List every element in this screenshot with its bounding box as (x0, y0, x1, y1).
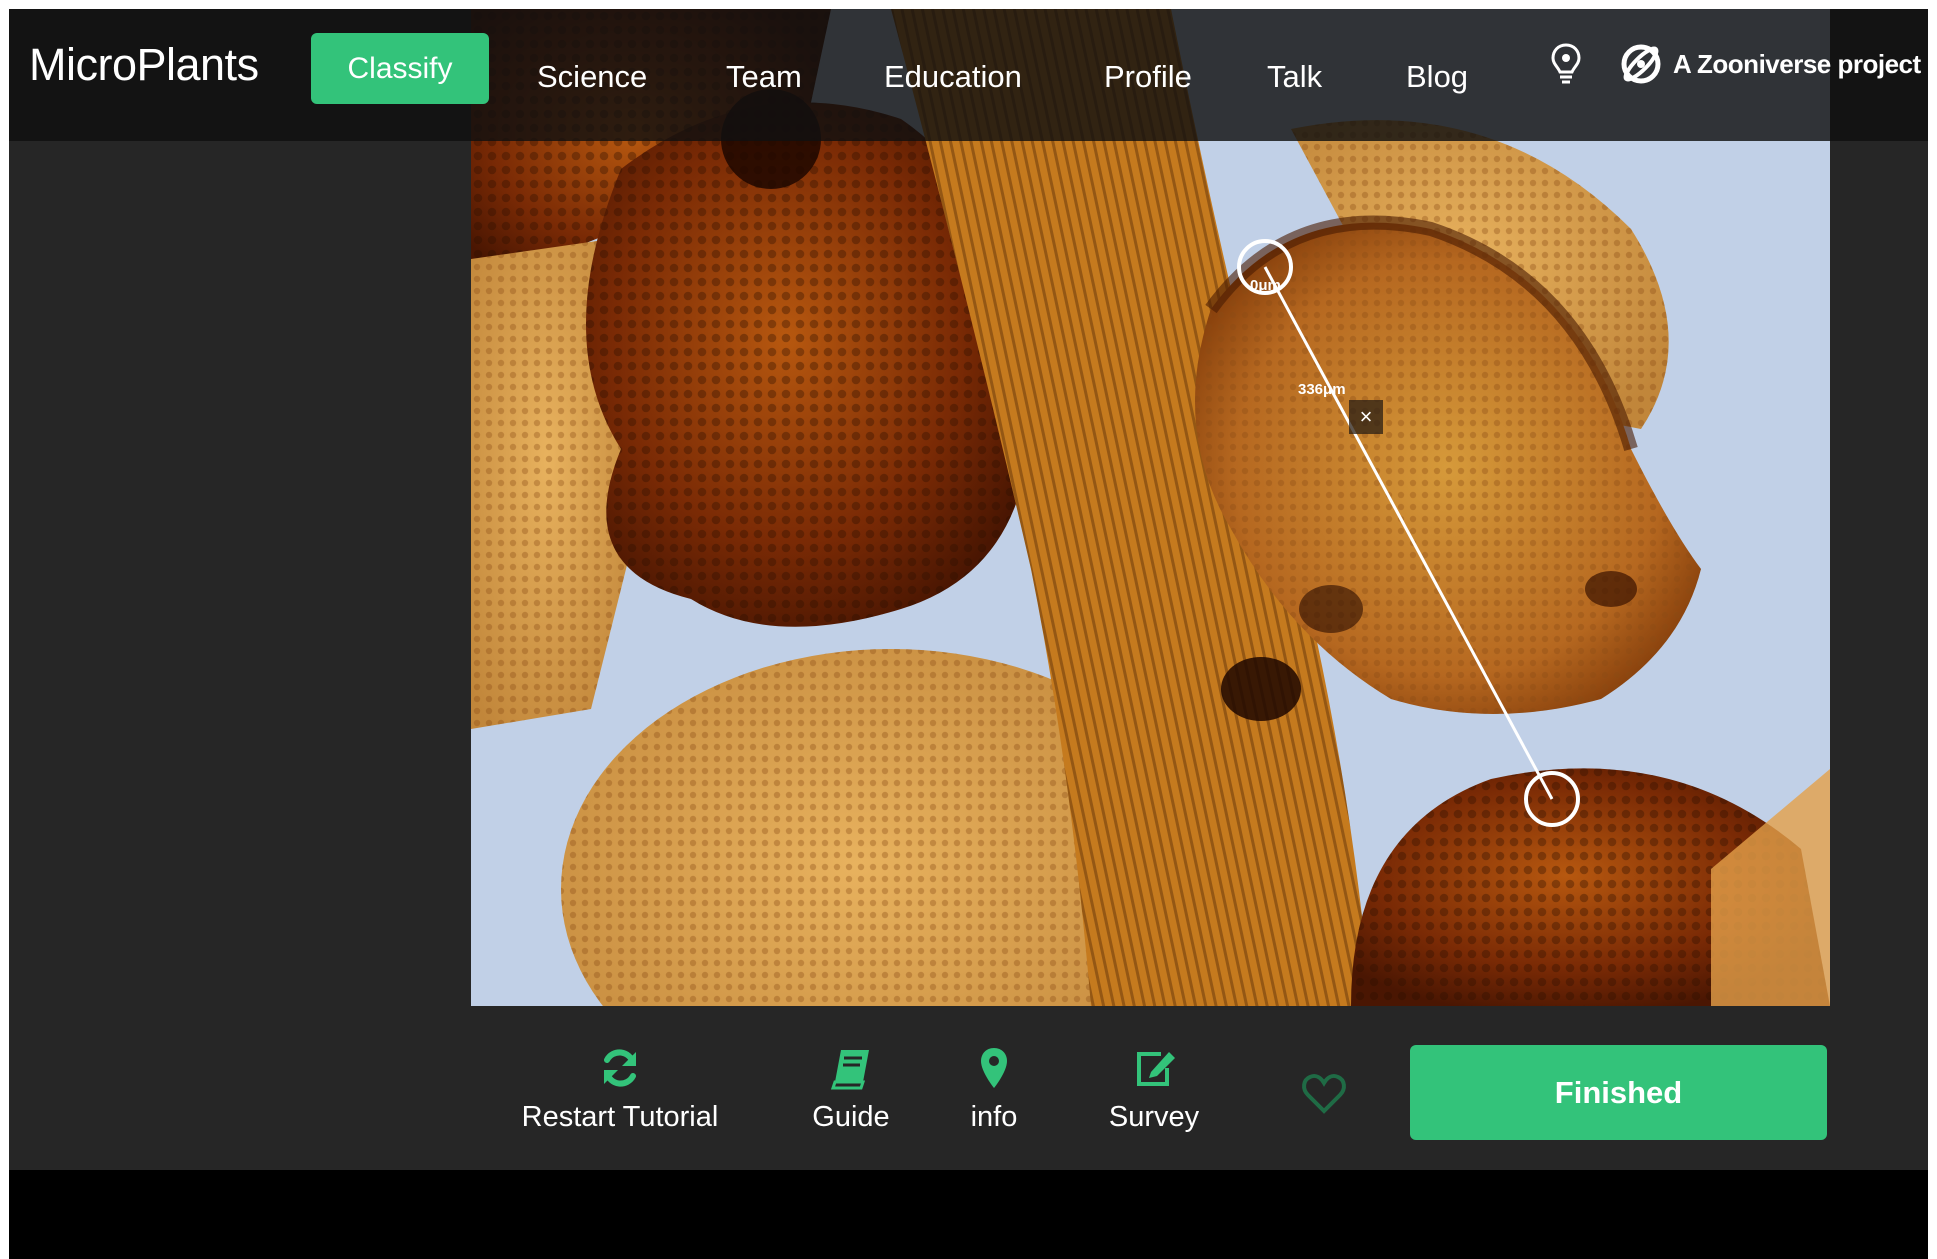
measurement-length-label: 336μm (1298, 381, 1346, 398)
zooniverse-logo-icon[interactable] (1619, 42, 1663, 91)
survey-label: Survey (1108, 1101, 1200, 1133)
nav-profile[interactable]: Profile (1104, 59, 1192, 95)
app-frame: 0μm 336μm × MicroPlants Classify Science… (9, 9, 1928, 1170)
nav-blog[interactable]: Blog (1406, 59, 1468, 95)
info-button[interactable]: info (959, 1046, 1029, 1134)
nav-talk[interactable]: Talk (1267, 59, 1322, 95)
specimen-image[interactable] (471, 9, 1830, 1006)
nav-education[interactable]: Education (884, 59, 1022, 95)
nav-team[interactable]: Team (726, 59, 802, 95)
lightbulb-icon[interactable] (1550, 42, 1582, 91)
finished-button[interactable]: Finished (1410, 1045, 1827, 1140)
restart-tutorial-button[interactable]: Restart Tutorial (513, 1046, 727, 1134)
refresh-icon (513, 1046, 727, 1095)
guide-label: Guide (812, 1101, 890, 1133)
heart-icon[interactable] (1300, 1071, 1348, 1120)
zooniverse-project-label[interactable]: A Zooniverse project (1673, 49, 1921, 80)
measurement-start-label: 0μm (1250, 277, 1281, 294)
brand-logo[interactable]: MicroPlants (29, 39, 259, 91)
restart-tutorial-label: Restart Tutorial (521, 1101, 719, 1133)
remove-measurement-button[interactable]: × (1349, 400, 1383, 434)
guide-button[interactable]: Guide (801, 1046, 901, 1134)
bottom-letterbox (9, 1170, 1928, 1259)
nav-classify[interactable]: Classify (311, 33, 489, 104)
survey-button[interactable]: Survey (1099, 1046, 1209, 1134)
map-pin-icon (959, 1046, 1029, 1095)
edit-icon (1099, 1046, 1209, 1095)
top-navigation: MicroPlants Classify Science Team Educat… (9, 9, 1928, 141)
info-label: info (970, 1101, 1018, 1133)
specimen-micrograph (471, 9, 1830, 1006)
nav-science[interactable]: Science (537, 59, 647, 95)
book-icon (801, 1046, 901, 1095)
